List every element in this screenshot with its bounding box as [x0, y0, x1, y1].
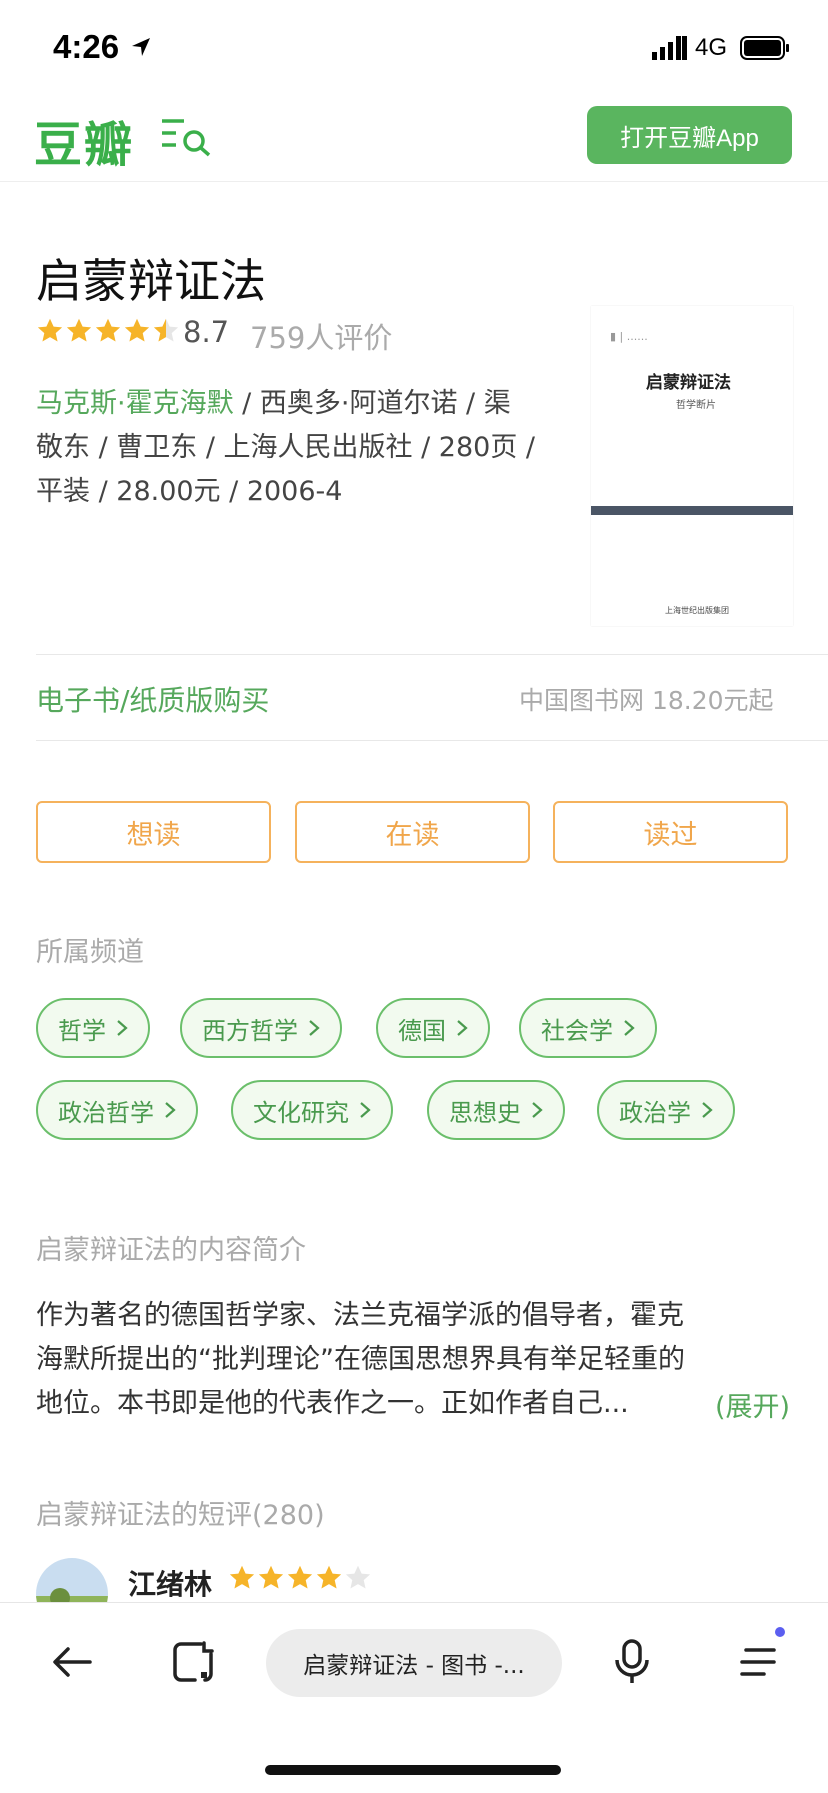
open-app-button[interactable]: 打开豆瓣App [587, 106, 792, 164]
channel-tag-label: 政治学 [619, 1098, 691, 1127]
rating-stars [36, 317, 180, 345]
buy-link[interactable]: 电子书/纸质版购买 [36, 679, 269, 719]
channel-tag[interactable]: 哲学 [36, 998, 150, 1058]
chevron-right-icon [624, 1020, 635, 1036]
reviews-label: 启蒙辩证法的短评(280) [36, 1500, 325, 1531]
meta-line1: / 西奥多·阿道尔诺 / 渠 [233, 388, 511, 419]
url-bar[interactable]: 启蒙辩证法 - 图书 -... [266, 1629, 562, 1697]
channel-tag[interactable]: 德国 [376, 998, 490, 1058]
rating-count-link[interactable]: 759人评价 [250, 315, 392, 357]
channel-tag[interactable]: 政治哲学 [36, 1080, 198, 1140]
cover-band [591, 506, 793, 515]
channel-tag[interactable]: 文化研究 [231, 1080, 393, 1140]
channel-tag-label: 政治哲学 [58, 1098, 154, 1127]
star-icon [95, 318, 121, 342]
cover-subtitle: 哲学断片 [676, 400, 716, 411]
network-label: 4G [695, 34, 728, 61]
back-arrow-icon[interactable] [50, 1640, 94, 1684]
home-indicator [265, 1765, 561, 1775]
intro-label: 启蒙辩证法的内容简介 [36, 1235, 306, 1266]
douban-logo[interactable]: 豆瓣 [34, 105, 134, 175]
chevron-right-icon [457, 1020, 468, 1036]
meta-line2: 敬东 / 曹卫东 / 上海人民出版社 / 280页 / [36, 432, 535, 463]
location-arrow-icon [132, 38, 150, 56]
review-username[interactable]: 江绪林 [128, 1563, 212, 1603]
have-read-button[interactable]: 读过 [553, 801, 788, 863]
channel-tag[interactable]: 政治学 [597, 1080, 735, 1140]
chevron-right-icon [165, 1102, 176, 1118]
chevron-right-icon [360, 1102, 371, 1118]
star-icon [37, 318, 63, 342]
intro-text: 作为著名的德国哲学家、法兰克福学派的倡导者，霍克海默所提出的“批判理论”在德国思… [36, 1294, 796, 1426]
star-icon [229, 1565, 255, 1589]
menu-icon[interactable] [736, 1640, 780, 1684]
book-cover[interactable] [591, 306, 793, 626]
header-divider [0, 181, 828, 182]
star-icon [124, 318, 150, 342]
reading-button[interactable]: 在读 [295, 801, 530, 863]
tabs-icon[interactable] [171, 1640, 215, 1684]
signal-icon [652, 36, 687, 60]
channel-tag-label: 哲学 [58, 1016, 106, 1045]
channel-tag-label: 社会学 [541, 1016, 613, 1045]
author-link[interactable]: 马克斯·霍克海默 [36, 388, 234, 419]
channel-tag[interactable]: 思想史 [427, 1080, 565, 1140]
status-time: 4:26 [53, 28, 120, 65]
channel-tag-label: 思想史 [449, 1098, 521, 1127]
want-to-read-button[interactable]: 想读 [36, 801, 271, 863]
star-icon [345, 1565, 371, 1589]
channel-tag-label: 德国 [398, 1016, 446, 1045]
star-icon [287, 1565, 313, 1589]
star-icon [258, 1565, 284, 1589]
menu-search-icon[interactable] [160, 117, 212, 157]
notification-dot [775, 1627, 785, 1637]
microphone-icon[interactable] [612, 1638, 652, 1686]
cover-title: 启蒙辩证法 [646, 373, 731, 393]
star-icon [316, 1565, 342, 1589]
book-meta: 马克斯·霍克海默 / 西奥多·阿道尔诺 / 渠 敬东 / 曹卫东 / 上海人民出… [36, 382, 536, 514]
channel-tag[interactable]: 西方哲学 [180, 998, 342, 1058]
channel-tag[interactable]: 社会学 [519, 998, 657, 1058]
chevron-right-icon [309, 1020, 320, 1036]
divider [36, 740, 828, 741]
cover-publisher: 上海世纪出版集团 [665, 606, 729, 615]
chevron-right-icon [117, 1020, 128, 1036]
chevron-right-icon [532, 1102, 543, 1118]
chevron-right-icon [702, 1102, 713, 1118]
intro-body: 作为著名的德国哲学家、法兰克福学派的倡导者，霍克海默所提出的“批判理论”在德国思… [36, 1300, 685, 1419]
review-stars [228, 1564, 372, 1592]
cover-publisher-mark: ▮ | ...... [610, 330, 648, 343]
star-icon [66, 318, 92, 342]
buy-price[interactable]: 中国图书网 18.20元起 [519, 681, 774, 717]
divider [36, 654, 828, 655]
battery-icon [740, 36, 789, 60]
meta-line3: 平装 / 28.00元 / 2006-4 [36, 476, 343, 507]
expand-link[interactable]: (展开) [715, 1385, 790, 1424]
channel-tag-label: 西方哲学 [202, 1016, 298, 1045]
book-title: 启蒙辩证法 [36, 254, 266, 308]
rating-score: 8.7 [183, 315, 230, 349]
channels-label: 所属频道 [36, 937, 144, 968]
channel-tag-label: 文化研究 [253, 1098, 349, 1127]
star-icon [153, 318, 179, 342]
